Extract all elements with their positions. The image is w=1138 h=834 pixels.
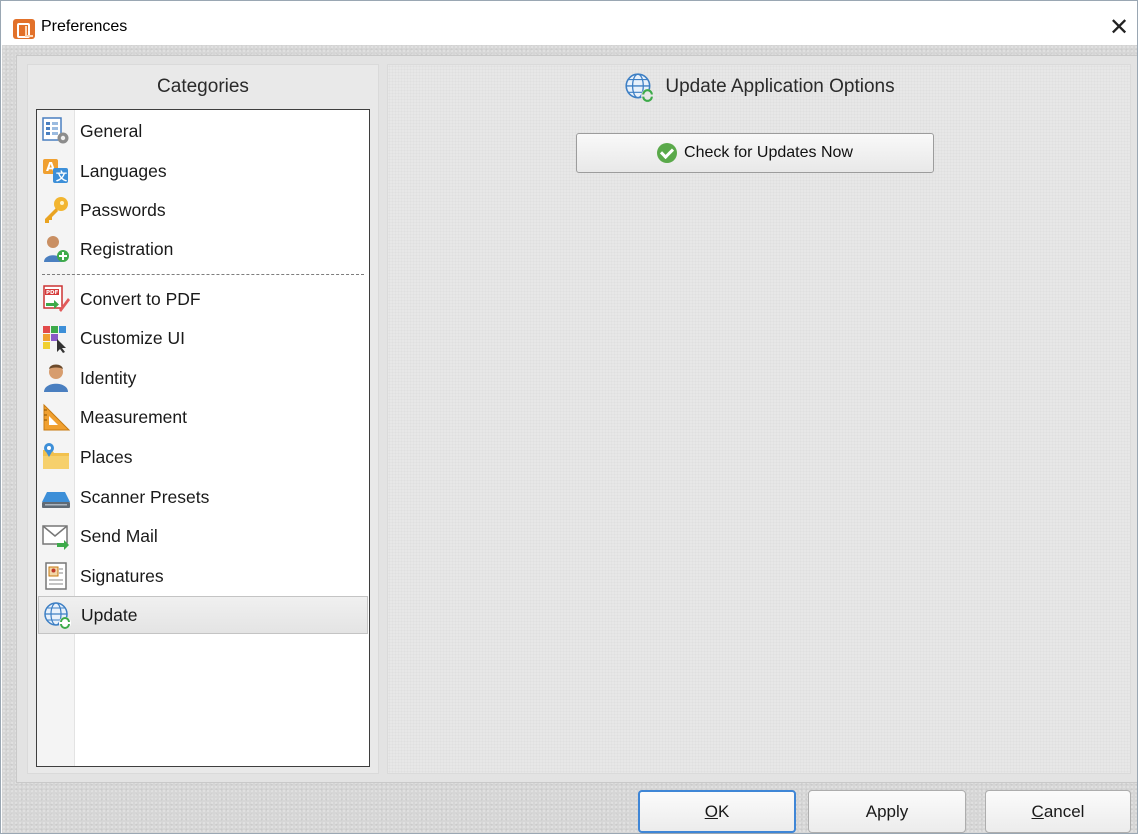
cancel-label-rest: ancel (1043, 801, 1085, 821)
category-item-measurement[interactable]: Measurement (38, 398, 368, 436)
category-item-send-mail[interactable]: Send Mail (38, 517, 368, 555)
preferences-window: Preferences ✕ Categories General A 文 Lan… (0, 0, 1138, 834)
category-label: Signatures (80, 565, 164, 586)
category-item-scanner-presets[interactable]: Scanner Presets (38, 478, 368, 516)
category-item-convert-to-pdf[interactable]: PDF Convert to PDF (38, 280, 368, 318)
category-label: Customize UI (80, 327, 186, 348)
convert-to-pdf-icon: PDF (41, 284, 71, 314)
category-label: General (80, 120, 143, 141)
category-label: Identity (80, 367, 137, 388)
category-label: Measurement (80, 406, 187, 427)
category-label: Languages (80, 160, 167, 181)
content-frame: Categories General A 文 Languages Passwor… (16, 55, 1137, 783)
options-header: Update Application Options (388, 65, 1130, 109)
svg-text:文: 文 (56, 169, 68, 183)
check-for-updates-button[interactable]: Check for Updates Now (576, 133, 934, 173)
category-item-signatures[interactable]: Signatures (38, 557, 368, 595)
app-logo-icon (13, 19, 35, 39)
svg-text:PDF: PDF (46, 290, 59, 296)
ruler-triangle-icon (41, 402, 71, 432)
category-label: Scanner Presets (80, 486, 210, 507)
apply-label: Apply (865, 801, 909, 821)
category-label: Places (80, 446, 133, 467)
category-item-customize-ui[interactable]: Customize UI (38, 319, 368, 357)
window-title: Preferences (41, 18, 128, 35)
general-settings-icon (41, 116, 71, 146)
category-label: Update (81, 604, 138, 625)
ok-mnemonic: O (704, 801, 718, 821)
cancel-mnemonic: C (1031, 801, 1044, 821)
title-bar: Preferences ✕ (1, 1, 1137, 45)
check-for-updates-label: Check for Updates Now (684, 144, 853, 161)
category-label: Send Mail (80, 525, 158, 546)
categories-list[interactable]: General A 文 Languages Passwords Registra… (36, 109, 370, 767)
globe-update-icon (42, 600, 72, 630)
signature-document-icon (41, 561, 71, 591)
category-label: Passwords (80, 199, 166, 220)
close-icon[interactable]: ✕ (1105, 13, 1133, 41)
identity-user-icon (41, 363, 71, 393)
category-item-passwords[interactable]: Passwords (38, 191, 368, 229)
category-item-places[interactable]: Places (38, 438, 368, 476)
registration-user-icon (41, 234, 71, 264)
category-item-languages[interactable]: A 文 Languages (38, 152, 368, 190)
category-item-identity[interactable]: Identity (38, 359, 368, 397)
category-label: Registration (80, 238, 174, 259)
globe-update-icon (623, 71, 655, 103)
languages-icon: A 文 (41, 156, 71, 186)
categories-panel: Categories General A 文 Languages Passwor… (27, 64, 379, 774)
category-item-registration[interactable]: Registration (38, 230, 368, 268)
key-icon (41, 195, 71, 225)
categories-header: Categories (157, 76, 249, 97)
category-label: Convert to PDF (80, 288, 201, 309)
customize-ui-icon (41, 323, 71, 353)
apply-button[interactable]: Apply (808, 790, 966, 833)
options-title: Update Application Options (665, 76, 895, 97)
ok-button[interactable]: OK (638, 790, 796, 833)
scanner-icon (41, 482, 71, 512)
envelope-icon (41, 521, 71, 551)
category-item-update[interactable]: Update (38, 596, 368, 634)
green-check-icon (657, 143, 678, 163)
folder-places-icon (41, 442, 71, 472)
dialog-body: Categories General A 文 Languages Passwor… (2, 45, 1137, 833)
ok-label-rest: K (717, 801, 730, 821)
category-item-general[interactable]: General (38, 112, 368, 150)
category-separator (42, 274, 364, 275)
cancel-button[interactable]: Cancel (985, 790, 1131, 833)
options-panel: Update Application Options Check for Upd… (387, 64, 1131, 774)
